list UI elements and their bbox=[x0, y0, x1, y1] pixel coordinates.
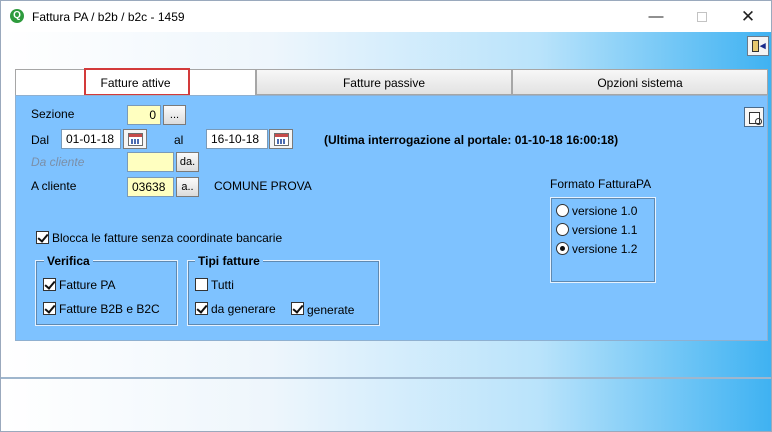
application-window: Q Fattura PA / b2b / b2c - 1459 — ✕ ◂ Fa… bbox=[0, 0, 772, 432]
da-cliente-label: Da cliente bbox=[31, 155, 85, 169]
versione-1-1-radio[interactable] bbox=[556, 223, 569, 236]
close-button[interactable]: ✕ bbox=[725, 1, 771, 32]
da-cliente-input[interactable] bbox=[127, 152, 174, 172]
tab-opzioni-sistema[interactable]: Opzioni sistema bbox=[512, 69, 768, 95]
dal-calendar-button[interactable] bbox=[123, 129, 147, 149]
al-date-input[interactable]: 16-10-18 bbox=[206, 129, 268, 149]
sezione-input[interactable]: 0 bbox=[127, 105, 161, 125]
formato-title: Formato FatturaPA bbox=[550, 177, 652, 191]
dal-date-input[interactable]: 01-01-18 bbox=[61, 129, 121, 149]
sezione-lookup-button[interactable]: ... bbox=[163, 105, 186, 125]
versione-1-0-radio[interactable] bbox=[556, 204, 569, 217]
da-cliente-lookup-button[interactable]: da. bbox=[176, 152, 199, 172]
da-generare-label: da generare bbox=[211, 302, 276, 316]
fatture-b2b-b2c-label: Fatture B2B e B2C bbox=[59, 302, 160, 316]
generate-checkbox[interactable] bbox=[291, 302, 304, 315]
calendar-icon bbox=[128, 133, 143, 146]
exit-icon bbox=[752, 40, 759, 52]
fatture-pa-label: Fatture PA bbox=[59, 278, 116, 292]
toolbar-area bbox=[1, 32, 771, 60]
active-tab-highlight bbox=[84, 68, 190, 96]
app-icon: Q bbox=[10, 9, 24, 23]
window-title: Fattura PA / b2b / b2c - 1459 bbox=[32, 10, 185, 24]
tipi-fatture-title: Tipi fatture bbox=[195, 254, 263, 268]
title-bar: Q Fattura PA / b2b / b2c - 1459 — ✕ bbox=[1, 1, 771, 32]
al-calendar-button[interactable] bbox=[269, 129, 293, 149]
generate-label: generate bbox=[307, 303, 355, 317]
tab-fatture-passive[interactable]: Fatture passive bbox=[256, 69, 512, 95]
versione-1-2-radio[interactable] bbox=[556, 242, 569, 255]
verifica-title: Verifica bbox=[44, 254, 93, 268]
versione-1-0-label: versione 1.0 bbox=[572, 204, 638, 218]
a-cliente-lookup-button[interactable]: a.. bbox=[176, 177, 199, 197]
da-generare-checkbox[interactable] bbox=[195, 302, 208, 315]
cliente-name: COMUNE PROVA bbox=[214, 179, 312, 193]
fatture-b2b-b2c-checkbox[interactable] bbox=[43, 302, 56, 315]
versione-1-1-label: versione 1.1 bbox=[572, 223, 638, 237]
maximize-icon bbox=[697, 12, 707, 23]
tutti-checkbox[interactable] bbox=[195, 278, 208, 291]
tutti-label: Tutti bbox=[211, 278, 234, 292]
minimize-button[interactable]: — bbox=[633, 1, 679, 32]
a-cliente-label: A cliente bbox=[31, 179, 77, 193]
al-label: al bbox=[174, 133, 184, 147]
versione-1-2-label: versione 1.2 bbox=[572, 242, 638, 256]
blocca-label: Blocca le fatture senza coordinate banca… bbox=[52, 231, 283, 245]
ultima-interrogazione-text: (Ultima interrogazione al portale: 01-10… bbox=[324, 133, 619, 147]
fatture-pa-checkbox[interactable] bbox=[43, 278, 56, 291]
status-bar-divider bbox=[1, 377, 771, 379]
exit-button[interactable]: ◂ bbox=[747, 36, 769, 56]
arrow-icon: ◂ bbox=[760, 40, 766, 52]
verifica-group bbox=[35, 260, 178, 326]
dal-label: Dal bbox=[31, 133, 50, 147]
maximize-button[interactable] bbox=[679, 1, 725, 32]
blocca-checkbox[interactable] bbox=[36, 231, 49, 244]
calendar-icon bbox=[274, 133, 289, 146]
print-preview-button[interactable] bbox=[744, 107, 764, 127]
a-cliente-input[interactable]: 03638 bbox=[127, 177, 174, 197]
sezione-label: Sezione bbox=[31, 107, 75, 121]
